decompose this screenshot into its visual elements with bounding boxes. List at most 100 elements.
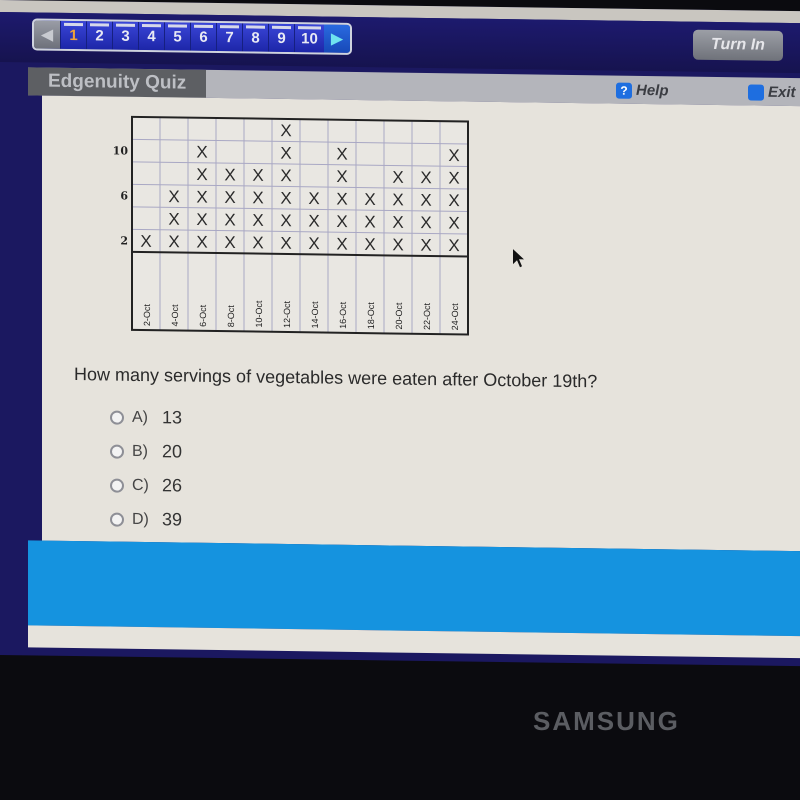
turn-in-button[interactable]: Turn In — [693, 29, 783, 61]
data-mark-x: X — [196, 165, 207, 184]
data-mark-x: X — [280, 189, 291, 208]
data-mark-x: X — [308, 189, 319, 208]
x-tick-label: 12-Oct — [282, 300, 292, 328]
exit-icon — [748, 83, 764, 101]
dot-plot-chart: 2610X2-OctXXX4-OctXXXXX6-OctXXXX8-OctXXX… — [113, 115, 469, 336]
data-mark-x: X — [420, 213, 431, 232]
question-text: How many servings of vegetables were eat… — [74, 364, 598, 392]
arrow-right-icon: ▶ — [330, 30, 344, 48]
radio-button[interactable] — [110, 478, 124, 493]
x-tick-label: 4-Oct — [170, 304, 180, 327]
answer-choice[interactable]: B) 20 — [110, 441, 182, 463]
question-button-5[interactable]: 5 — [164, 22, 190, 51]
x-tick-label: 10-Oct — [254, 300, 264, 328]
answer-choice[interactable]: A) 13 — [110, 407, 182, 429]
data-mark-x: X — [196, 232, 207, 251]
data-mark-x: X — [280, 121, 291, 140]
quiz-content: 2 6 10 X 2-Oct X X X 4-Oct X X X X X 6-Oct X X X X 8-Oct X X X… — [42, 95, 800, 552]
data-mark-x: X — [280, 234, 291, 253]
question-button-1[interactable]: 1 — [60, 20, 86, 50]
x-tick-label: 18-Oct — [366, 302, 376, 330]
arrow-left-icon: ◀ — [40, 26, 54, 44]
question-button-10[interactable]: 10 — [294, 24, 324, 53]
question-navigator: ◀ 1 2 3 4 5 6 7 8 9 10 ▶ — [32, 18, 352, 55]
question-button-2[interactable]: 2 — [86, 21, 112, 50]
y-tick-label: 10 — [113, 144, 129, 157]
data-mark-x: X — [392, 235, 403, 254]
help-label: Help — [636, 81, 669, 100]
question-button-4[interactable]: 4 — [138, 21, 164, 51]
choice-letter: B) — [132, 442, 148, 460]
choice-letter: D) — [132, 510, 149, 528]
data-mark-x: X — [196, 142, 207, 161]
question-button-8[interactable]: 8 — [242, 23, 268, 52]
data-mark-x: X — [252, 188, 263, 207]
data-mark-x: X — [364, 212, 375, 231]
prev-question-button[interactable]: ◀ — [34, 20, 60, 49]
data-mark-x: X — [168, 187, 179, 206]
data-mark-x: X — [196, 210, 207, 229]
data-mark-x: X — [336, 167, 347, 186]
x-tick-label: 22-Oct — [422, 302, 432, 330]
radio-button[interactable] — [110, 444, 124, 459]
data-mark-x: X — [252, 166, 263, 185]
data-mark-x: X — [336, 234, 347, 253]
data-mark-x: X — [448, 191, 459, 210]
data-mark-x: X — [448, 214, 459, 233]
photo-frame: ◀ 1 2 3 4 5 6 7 8 9 10 ▶ Turn In Edgenuity Quiz ?… — [0, 0, 800, 800]
x-tick-label: 16-Oct — [338, 301, 348, 329]
data-mark-x: X — [252, 211, 263, 230]
y-tick-label: 2 — [120, 234, 128, 247]
monitor-brand-logo: SAMSUNG — [533, 706, 680, 736]
data-mark-x: X — [420, 168, 431, 187]
data-mark-x: X — [252, 233, 263, 252]
data-mark-x: X — [336, 189, 347, 208]
help-icon: ? — [616, 82, 632, 99]
choice-letter: C) — [132, 476, 149, 494]
data-mark-x: X — [364, 190, 375, 209]
exit-label: Exit — [768, 83, 796, 102]
data-mark-x: X — [448, 169, 459, 188]
data-mark-x: X — [420, 191, 431, 210]
footer-band — [28, 540, 800, 637]
question-button-3[interactable]: 3 — [112, 21, 138, 50]
data-mark-x: X — [308, 234, 319, 253]
data-mark-x: X — [308, 212, 319, 231]
data-mark-x: X — [420, 236, 431, 255]
next-question-button[interactable]: ▶ — [324, 24, 350, 53]
data-mark-x: X — [140, 232, 151, 251]
data-mark-x: X — [224, 188, 235, 207]
data-mark-x: X — [392, 190, 403, 209]
data-mark-x: X — [224, 165, 235, 184]
question-button-7[interactable]: 7 — [216, 23, 242, 52]
answer-choice[interactable]: C) 26 — [110, 475, 182, 497]
help-button[interactable]: ? Help — [616, 81, 669, 100]
question-button-9[interactable]: 9 — [268, 23, 294, 53]
quiz-navbar: ◀ 1 2 3 4 5 6 7 8 9 10 ▶ Turn In — [0, 12, 800, 74]
answer-choice[interactable]: D) 39 — [110, 509, 182, 531]
data-mark-x: X — [336, 212, 347, 231]
data-mark-x: X — [280, 166, 291, 185]
data-mark-x: X — [224, 210, 235, 229]
data-mark-x: X — [224, 233, 235, 252]
choice-value: 39 — [162, 509, 183, 530]
question-button-6[interactable]: 6 — [190, 22, 216, 52]
data-mark-x: X — [448, 146, 459, 165]
data-mark-x: X — [392, 168, 403, 187]
choice-value: 26 — [162, 475, 183, 496]
x-tick-label: 24-Oct — [450, 303, 460, 331]
exit-button[interactable]: Exit — [748, 83, 796, 101]
radio-button[interactable] — [110, 512, 124, 527]
data-mark-x: X — [364, 235, 375, 254]
data-mark-x: X — [448, 236, 459, 255]
data-mark-x: X — [280, 211, 291, 230]
x-tick-label: 8-Oct — [226, 305, 236, 328]
question-buttons: 1 2 3 4 5 6 7 8 9 10 — [60, 20, 324, 53]
data-mark-x: X — [196, 187, 207, 206]
data-mark-x: X — [336, 144, 347, 163]
radio-button[interactable] — [110, 410, 124, 425]
choice-letter: A) — [132, 408, 148, 426]
mouse-cursor-icon — [513, 249, 524, 268]
choice-value: 20 — [162, 441, 183, 462]
data-mark-x: X — [168, 232, 179, 251]
